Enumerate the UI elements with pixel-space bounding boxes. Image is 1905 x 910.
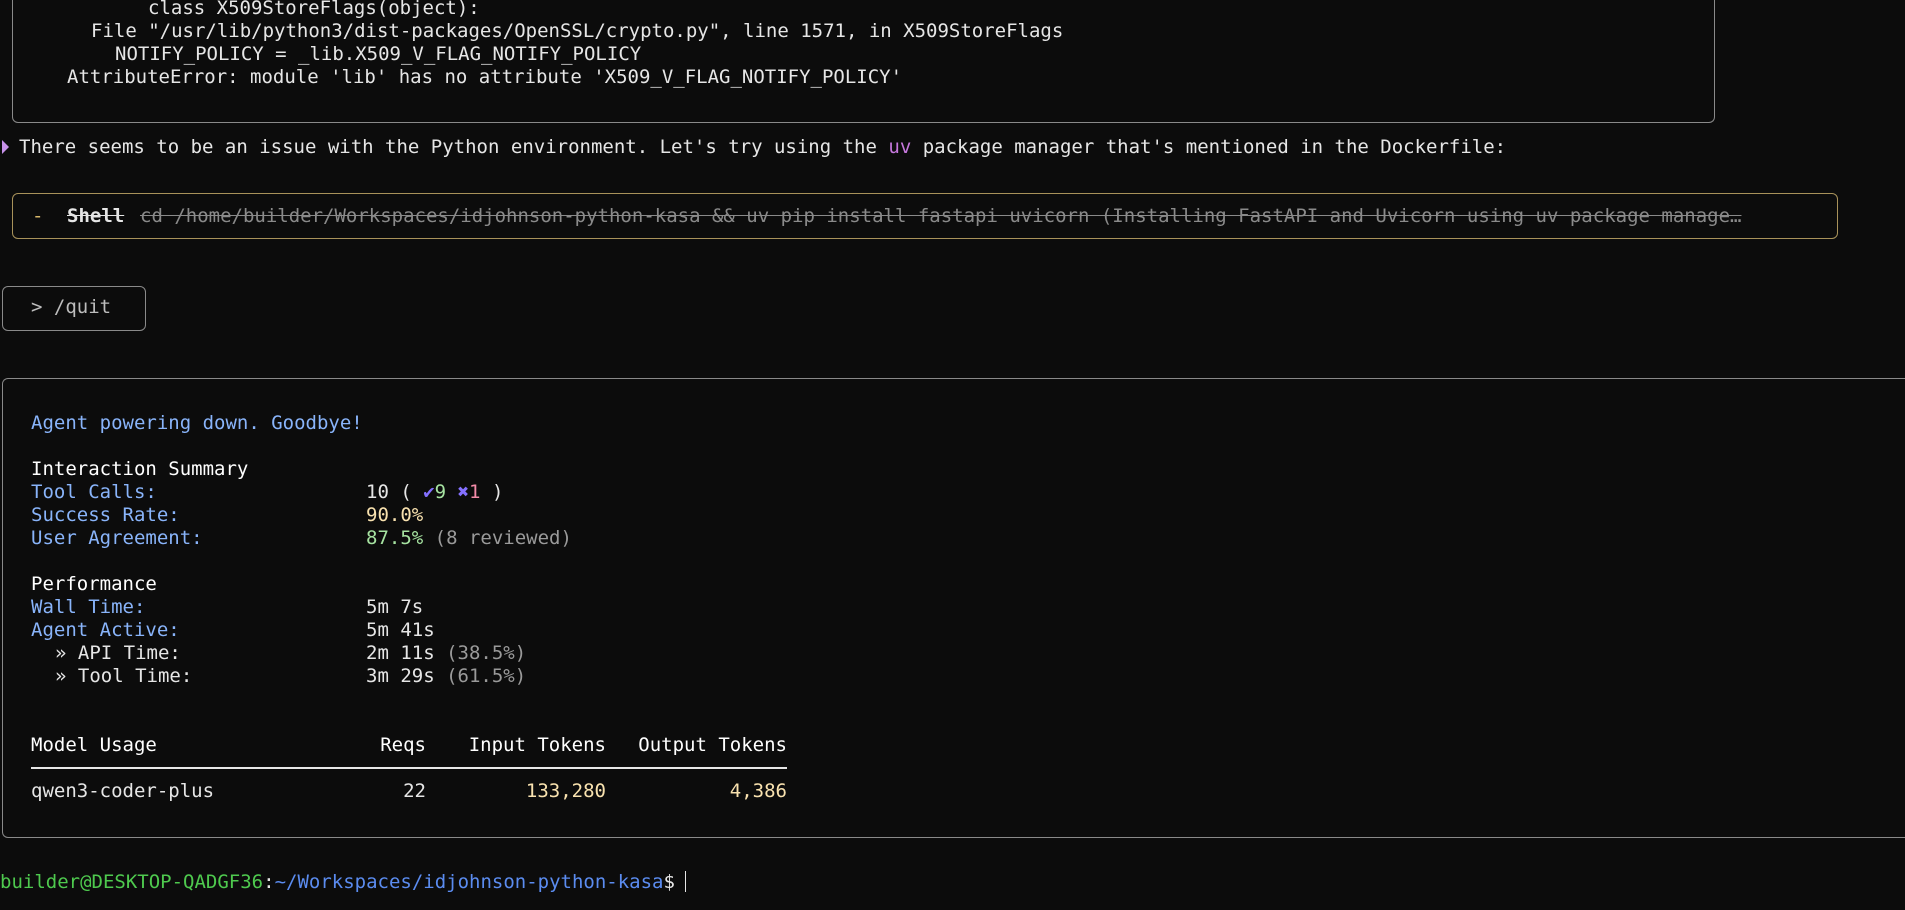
tool-time-percent: (61.5%) [446, 665, 527, 687]
tool-time-label: » Tool Time: [55, 665, 193, 687]
agreement-label: User Agreement: [31, 527, 203, 549]
agent-active-value: 5m 41s [366, 619, 435, 641]
tool-call-name: Shell [67, 205, 125, 227]
api-time-duration: 2m 11s [366, 642, 435, 664]
wall-time-value: 5m 7s [366, 596, 424, 618]
success-rate-value: 90.0% [366, 504, 424, 526]
performance-title: Performance [31, 573, 157, 595]
assistant-message-highlight: uv [888, 136, 912, 158]
table-divider [31, 767, 787, 769]
assistant-message: There seems to be an issue with the Pyth… [19, 136, 1506, 159]
prompt-user-host: builder@DESKTOP-QADGF36 [0, 871, 264, 893]
goodbye-text: Agent powering down. Goodbye! [31, 412, 363, 434]
traceback-error-line: AttributeError: module 'lib' has no attr… [67, 66, 903, 88]
api-time-value: 2m 11s (38.5%) [366, 642, 526, 665]
cross-icon: ✖ [457, 481, 470, 503]
table-row-model: qwen3-coder-plus [31, 780, 215, 802]
shell-prompt[interactable]: builder@DESKTOP-QADGF36:~/Workspaces/idj… [0, 871, 687, 894]
message-bullet-icon [2, 140, 9, 154]
text-cursor [684, 871, 687, 892]
prompt-path: ~/Workspaces/idjohnson-python-kasa [274, 871, 664, 893]
success-rate-label: Success Rate: [31, 504, 180, 526]
table-row-output-tokens: 4,386 [729, 780, 787, 802]
tool-time-value: 3m 29s (61.5%) [366, 665, 526, 688]
tool-calls-success: 9 [434, 481, 447, 503]
user-input-text: > /quit [31, 296, 112, 318]
tool-calls-fail: 1 [469, 481, 481, 503]
table-row-reqs: 22 [403, 780, 426, 802]
assistant-message-text: package manager that's mentioned in the … [911, 136, 1507, 158]
agreement-value: 87.5% (8 reviewed) [366, 527, 572, 550]
tool-calls-close: ) [491, 481, 504, 503]
table-header-reqs: Reqs [380, 734, 426, 756]
agreement-percent: 87.5% [366, 527, 424, 549]
table-header-output-tokens: Output Tokens [638, 734, 787, 756]
tool-call-status: - [32, 205, 44, 227]
tool-time-duration: 3m 29s [366, 665, 435, 687]
agreement-note: (8 reviewed) [434, 527, 572, 549]
api-time-label: » API Time: [55, 642, 181, 664]
interaction-summary-title: Interaction Summary [31, 458, 249, 480]
tool-calls-label: Tool Calls: [31, 481, 157, 503]
session-summary-box [2, 378, 1905, 838]
traceback-line: File "/usr/lib/python3/dist-packages/Ope… [91, 20, 1064, 42]
traceback-line: NOTIFY_POLICY = _lib.X509_V_FLAG_NOTIFY_… [115, 43, 642, 65]
table-row-input-tokens: 133,280 [525, 780, 606, 802]
check-icon: ✔ [423, 481, 435, 503]
tool-calls-count: 10 ( [366, 481, 412, 503]
api-time-percent: (38.5%) [446, 642, 527, 664]
tool-call-command: cd /home/builder/Workspaces/idjohnson-py… [140, 205, 1742, 227]
table-header-input-tokens: Input Tokens [468, 734, 606, 756]
goodbye-message: Agent powering down. Goodbye! [31, 412, 363, 435]
tool-calls-value: 10 ( ✔9 ✖1 ) [366, 481, 503, 504]
wall-time-label: Wall Time: [31, 596, 146, 618]
assistant-message-text: There seems to be an issue with the Pyth… [19, 136, 889, 158]
prompt-separator: : [263, 871, 275, 893]
table-header-model: Model Usage [31, 734, 157, 756]
traceback-line: class X509StoreFlags(object): [148, 0, 480, 19]
prompt-dollar: $ [663, 871, 675, 893]
agent-active-label: Agent Active: [31, 619, 180, 641]
